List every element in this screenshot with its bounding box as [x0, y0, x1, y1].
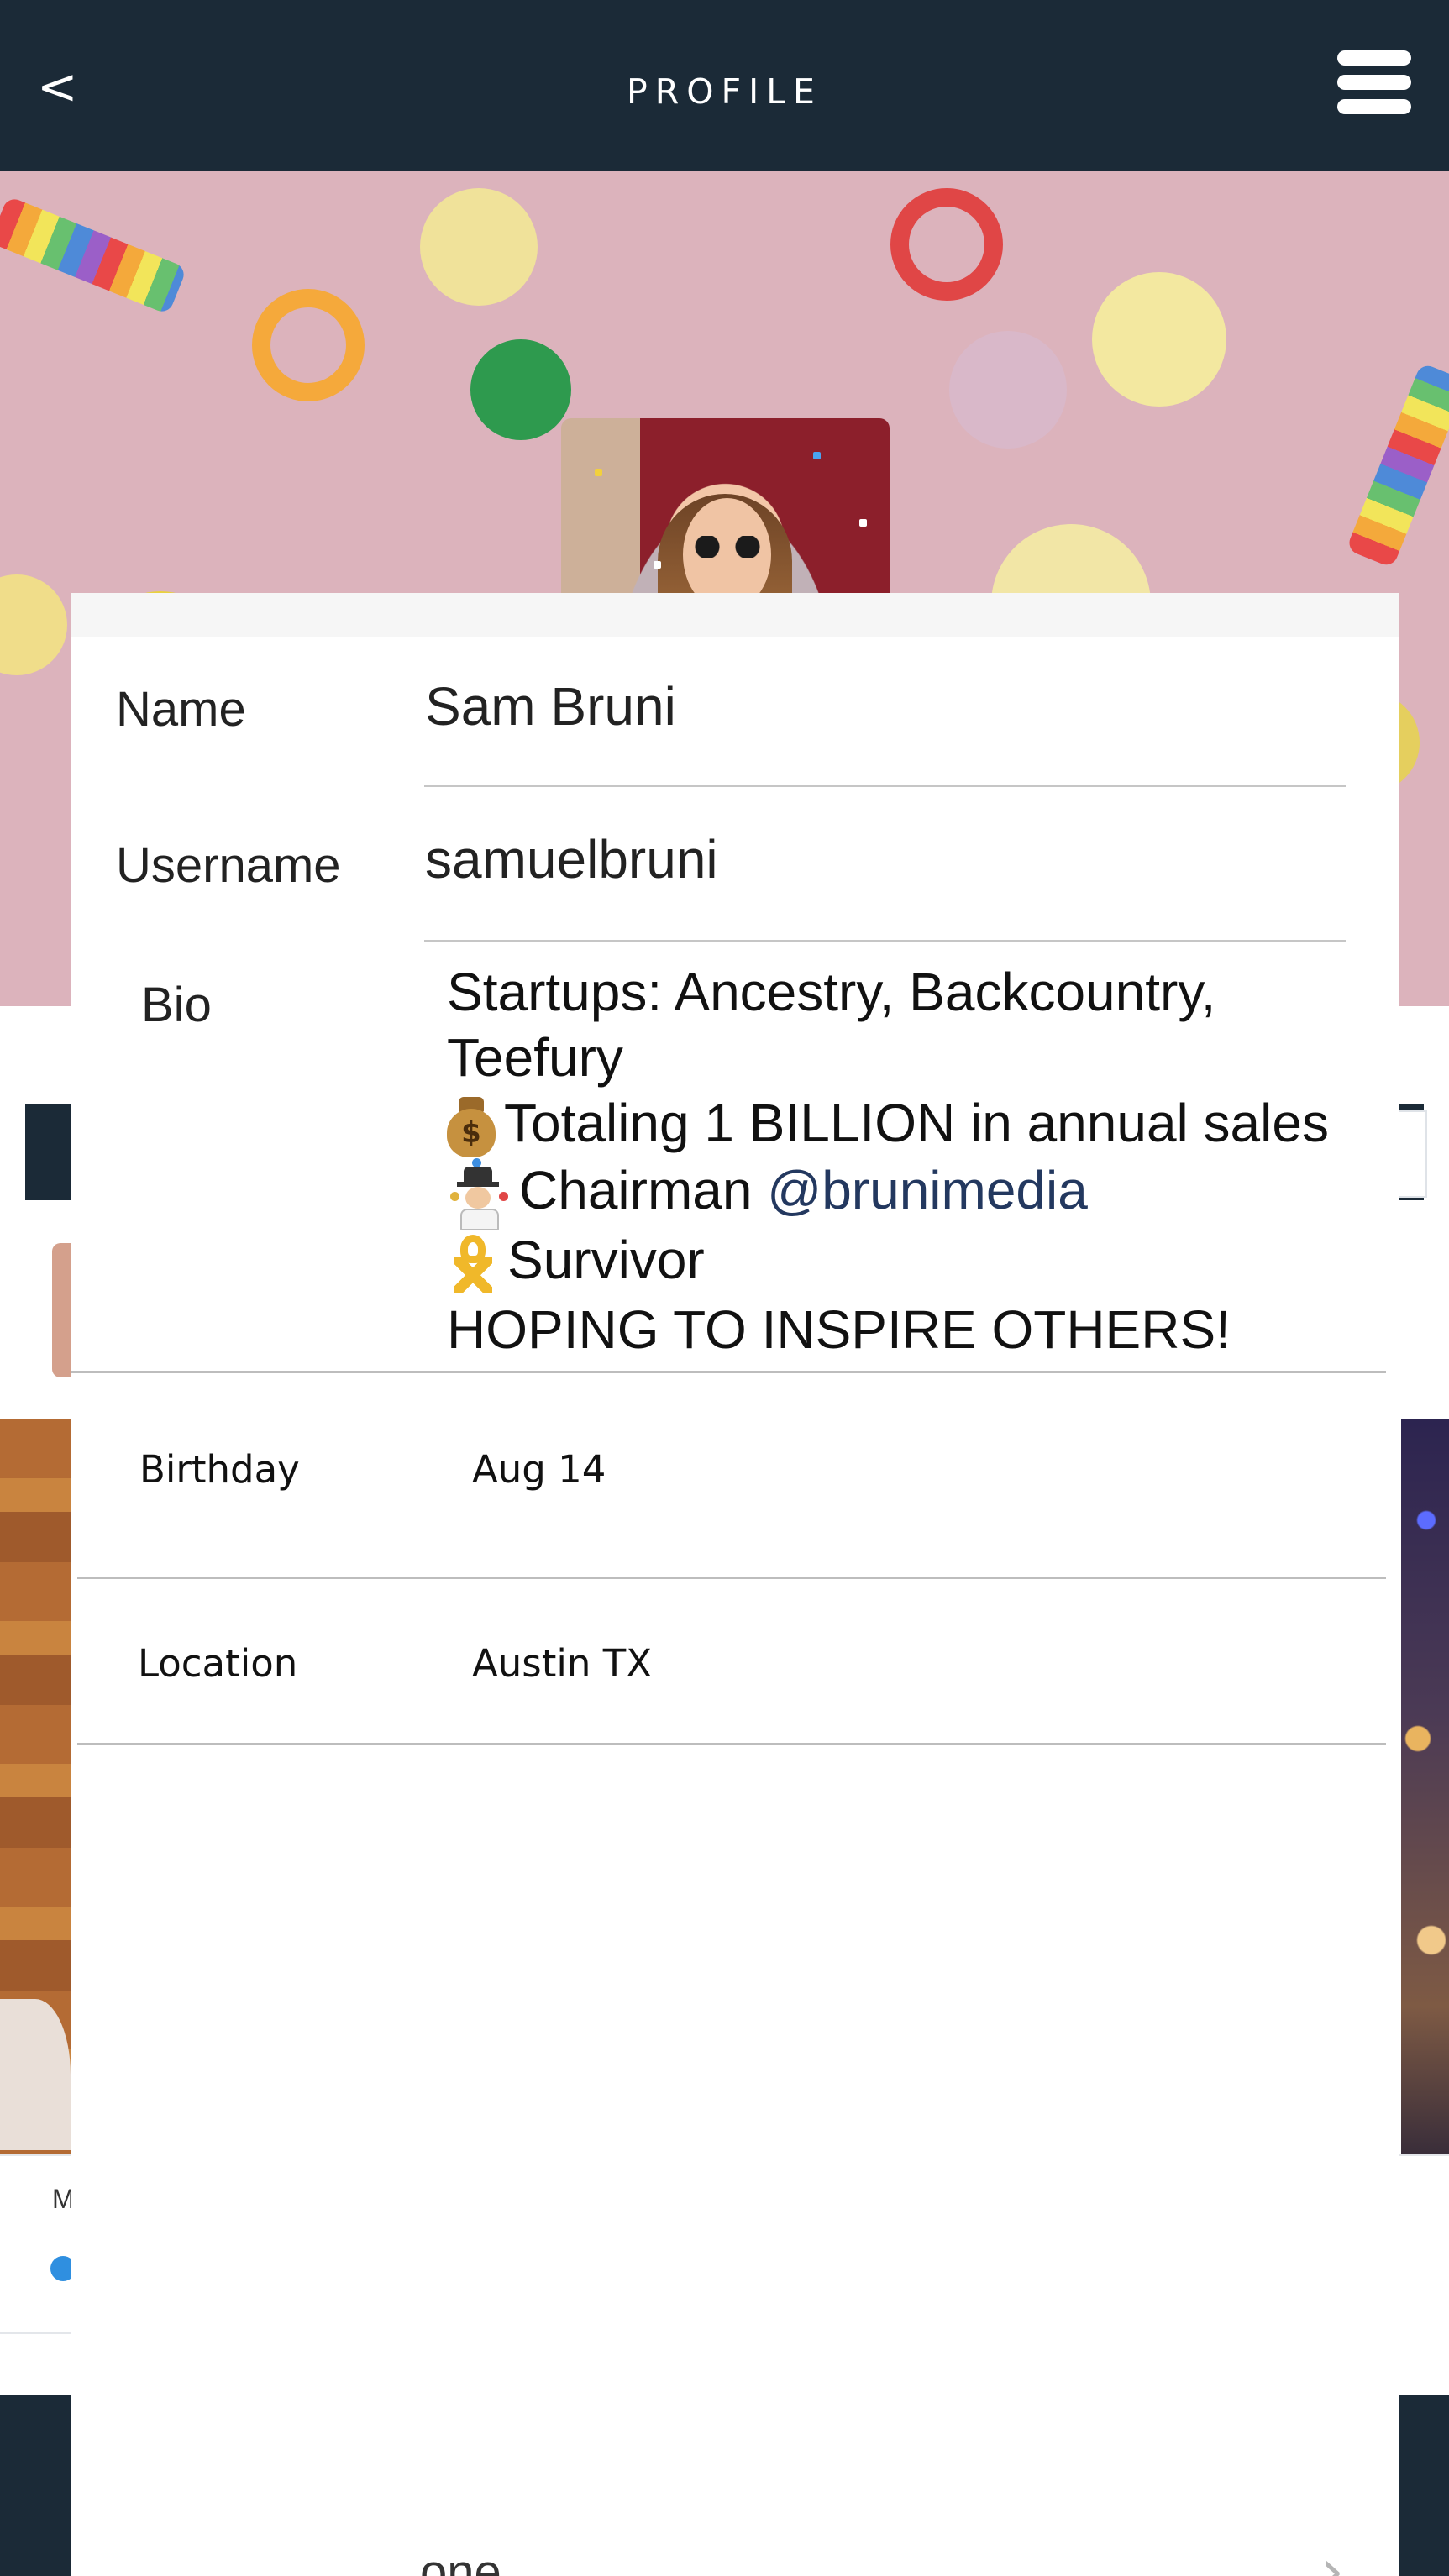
- menu-line: [1337, 99, 1411, 114]
- yellow-ribbon-icon: [447, 1231, 499, 1297]
- bio-line: Survivor: [447, 1227, 1379, 1297]
- candy: [1092, 272, 1226, 407]
- menu-line: [1337, 75, 1411, 90]
- username-input-underline: [424, 940, 1346, 942]
- page-title: PROFILE: [627, 71, 822, 112]
- candy: [949, 331, 1067, 449]
- confetti: [813, 452, 821, 459]
- name-label: Name: [116, 682, 246, 737]
- candy: [0, 574, 67, 675]
- sheet-top-strip: [71, 593, 1399, 637]
- menu-line: [1337, 50, 1411, 66]
- bio-line-text: Chairman: [519, 1160, 753, 1221]
- candy-stripe: [1346, 362, 1449, 569]
- background-post-photo: [1401, 1419, 1449, 2154]
- mention-link[interactable]: @brunimedia: [767, 1160, 1088, 1220]
- candy: [420, 188, 538, 306]
- bio-line-text: Survivor: [507, 1230, 705, 1291]
- separator: [77, 1743, 1386, 1745]
- birthday-value[interactable]: Aug 14: [472, 1446, 606, 1493]
- location-value[interactable]: Austin TX: [472, 1640, 652, 1687]
- username-input[interactable]: samuelbruni: [425, 826, 1416, 892]
- background-post-card: [1399, 2154, 1449, 2332]
- birthday-label: Birthday: [139, 1447, 300, 1492]
- head-shape: [465, 1187, 491, 1209]
- bio-line: Chairman @brunimedia: [447, 1157, 1379, 1231]
- confetti: [595, 469, 602, 476]
- hamburger-menu-icon[interactable]: [1337, 50, 1411, 114]
- chevron-right-icon[interactable]: ›: [1320, 2542, 1344, 2576]
- name-input-underline: [424, 785, 1346, 787]
- profile-edit-sheet: Name Sam Bruni Username samuelbruni Bio …: [71, 593, 1399, 2576]
- candy-ring: [252, 289, 365, 401]
- bio-line-text: Totaling 1 BILLION in annual sales: [504, 1093, 1329, 1153]
- candy-ring: [890, 188, 1003, 301]
- separator: [71, 1371, 1386, 1373]
- candy: [470, 339, 571, 440]
- username-label: Username: [116, 838, 341, 893]
- hat-shape: [464, 1167, 492, 1184]
- bio-line: Startups: Ancestry, Backcountry,: [447, 962, 1216, 1022]
- money-bag-icon: [447, 1097, 496, 1158]
- candy-stripe: [0, 196, 187, 315]
- background-post-photo: [0, 1419, 71, 2154]
- bio-line: Teefury: [447, 1027, 623, 1088]
- confetti: [859, 519, 867, 527]
- juggling-ball: [450, 1192, 459, 1202]
- juggling-ball: [499, 1192, 508, 1202]
- bio-line: Totaling 1 BILLION in annual sales: [447, 1090, 1379, 1158]
- cutoff-row-label[interactable]: one: [420, 2543, 501, 2576]
- top-nav-bar: < PROFILE: [0, 0, 1449, 171]
- location-label: Location: [138, 1641, 298, 1686]
- confetti: [654, 561, 661, 569]
- name-input[interactable]: Sam Bruni: [425, 674, 1416, 739]
- bio-label: Bio: [141, 978, 212, 1032]
- man-juggling-icon: [447, 1158, 511, 1231]
- bio-textarea[interactable]: Startups: Ancestry, Backcountry, Teefury…: [447, 959, 1379, 1362]
- bio-line: HOPING TO INSPIRE OTHERS!: [447, 1299, 1231, 1361]
- background-post-card: [0, 2154, 71, 2334]
- avatar-sunglasses: [689, 536, 766, 558]
- body-shape: [460, 1209, 499, 1231]
- background-post-photo-subject: [0, 1999, 71, 2150]
- separator: [77, 1577, 1386, 1579]
